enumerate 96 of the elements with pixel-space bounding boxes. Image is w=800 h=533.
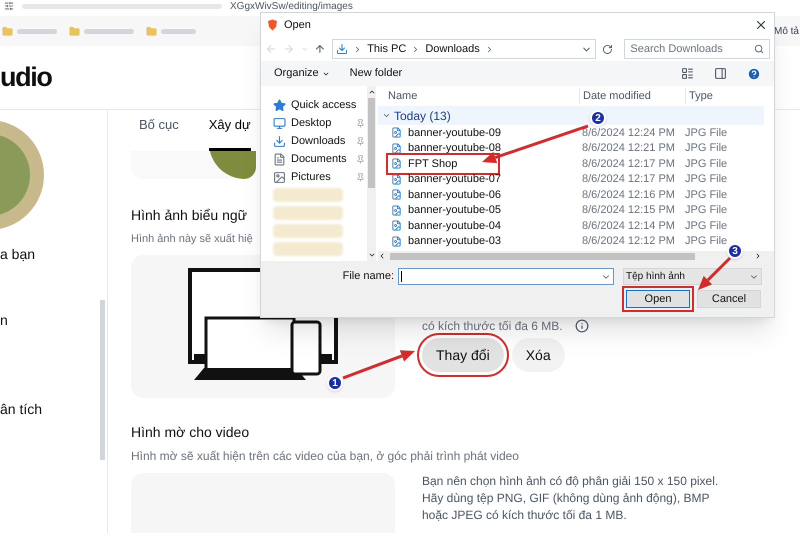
file-name[interactable]: FPT Shop (389, 156, 498, 172)
sidebar-item[interactable]: n (0, 310, 107, 331)
up-icon[interactable] (314, 43, 326, 55)
pill-button[interactable]: Xóa (512, 338, 565, 372)
picture-icon (273, 170, 286, 184)
shield-icon (267, 19, 278, 31)
file-date: 8/6/2024 12:16 PM (581, 188, 676, 202)
section-title: Hình ảnh biểu ngữ (131, 206, 248, 225)
download-icon (336, 43, 348, 55)
tab[interactable]: Bố cục (139, 114, 179, 152)
file-date: 8/6/2024 12:12 PM (581, 234, 676, 249)
file-date: 8/6/2024 12:21 PM (581, 141, 676, 156)
nav-item[interactable]: Documents (273, 152, 367, 166)
image-file-icon (391, 189, 402, 200)
file-type: JPG File (684, 126, 728, 140)
file-type: JPG File (684, 141, 728, 156)
image-file-icon (391, 158, 402, 170)
collapse-icon[interactable] (382, 111, 391, 120)
image-file-icon (391, 142, 402, 154)
dialog-title: Open (284, 18, 311, 33)
blurred-bookmark (17, 28, 57, 34)
nav-item[interactable]: Desktop (273, 116, 367, 130)
pill-button[interactable]: Thay đổi (422, 338, 504, 372)
download-icon (273, 134, 286, 148)
settings-icon[interactable] (4, 1, 14, 11)
file-date: 8/6/2024 12:24 PM (581, 126, 676, 140)
size-note: có kích thước tối đa 6 MB. (422, 318, 563, 335)
nav-item[interactable]: Downloads (273, 134, 367, 148)
file-name[interactable]: banner-youtube-09 (389, 124, 541, 141)
image-file-icon (391, 174, 402, 185)
url-text[interactable]: XGgxWivSw/editing/images (230, 1, 353, 12)
column-header[interactable]: Date modified (579, 88, 685, 104)
group-header[interactable]: Today (13) (394, 106, 451, 124)
scroll-right-icon[interactable] (754, 252, 762, 260)
file-name[interactable]: banner-youtube-07 (389, 171, 541, 188)
hint-text: hoặc JPEG có kích thước tối đa 1 MB. (422, 507, 628, 524)
search-field[interactable]: Search Downloads (624, 39, 770, 59)
dialog-button[interactable]: Cancel (697, 290, 761, 308)
file-name-label: File name: (342, 269, 395, 284)
sidebar-item[interactable]: ân tích (0, 399, 107, 420)
image-file-icon (391, 204, 402, 216)
image-file-icon (391, 236, 402, 247)
section-title: Hình mờ cho video (131, 423, 250, 442)
organize-menu[interactable]: Organize (274, 65, 330, 82)
view-icon[interactable] (681, 67, 694, 80)
hint-text: Bạn nên chọn hình ảnh có độ phân giải 150 x 150 pixel. (422, 473, 718, 490)
monitor-icon (273, 116, 286, 130)
section-description: Hình ảnh này sẽ xuất hiệ (131, 232, 253, 246)
new-folder-button[interactable]: New folder (350, 65, 402, 82)
file-type: JPG File (684, 188, 728, 202)
file-name[interactable]: banner-youtube-05 (389, 202, 541, 218)
sidebar-text[interactable]: a bạn (0, 244, 107, 265)
preview-pane-icon[interactable] (714, 67, 727, 80)
address-bar[interactable]: This PC Downloads (332, 39, 596, 59)
arrow (698, 256, 732, 290)
nav-item[interactable]: Quick access (273, 98, 367, 112)
breadcrumb-item[interactable]: Downloads (425, 40, 480, 58)
search-icon (754, 44, 764, 54)
file-type: JPG File (684, 218, 728, 234)
section-description: Hình mờ sẽ xuất hiện trên các video của bạn, ở góc phải trình phát video (131, 448, 519, 465)
image-file-icon (391, 220, 402, 232)
column-header[interactable]: Name (378, 88, 579, 104)
file-date: 8/6/2024 12:14 PM (581, 218, 676, 234)
file-name[interactable]: banner-youtube-03 (389, 233, 541, 250)
file-name-input[interactable] (398, 268, 614, 285)
breadcrumb-item[interactable]: This PC (367, 40, 406, 58)
bookmark-label[interactable]: Mô tả (774, 24, 800, 38)
column-header[interactable]: Type (685, 88, 713, 104)
file-date: 8/6/2024 12:15 PM (581, 203, 676, 218)
file-type: JPG File (684, 172, 728, 187)
studio-logo-text: udio (0, 61, 52, 94)
file-type: JPG File (684, 234, 728, 249)
file-type-select[interactable]: Tệp hình ảnh (623, 268, 762, 285)
file-type: JPG File (684, 156, 728, 172)
scrollbar[interactable] (100, 300, 105, 460)
file-date: 8/6/2024 12:17 PM (581, 156, 676, 172)
scroll-up-icon[interactable] (368, 88, 376, 96)
scrollbar[interactable] (367, 86, 376, 261)
close-icon[interactable] (754, 18, 768, 32)
file-name[interactable]: banner-youtube-06 (389, 186, 541, 203)
scroll-left-icon[interactable] (378, 252, 386, 260)
star-icon (273, 98, 286, 112)
blurred-bookmark (84, 28, 134, 34)
file-date: 8/6/2024 12:17 PM (581, 172, 676, 187)
refresh-icon[interactable] (602, 44, 612, 54)
hint-text: Hãy dùng tệp PNG, GIF (không dùng ảnh động), BMP (422, 490, 710, 507)
file-name[interactable]: banner-youtube-08 (389, 140, 541, 156)
info-icon[interactable] (574, 319, 589, 333)
help-icon[interactable] (747, 66, 761, 80)
file-name[interactable]: banner-youtube-04 (389, 218, 541, 234)
nav-item[interactable]: Pictures (273, 170, 367, 184)
blurred-bookmark (161, 28, 196, 34)
image-file-icon (391, 127, 402, 138)
scroll-down-icon[interactable] (368, 251, 376, 259)
document-icon (273, 152, 286, 166)
file-type: JPG File (684, 203, 728, 218)
